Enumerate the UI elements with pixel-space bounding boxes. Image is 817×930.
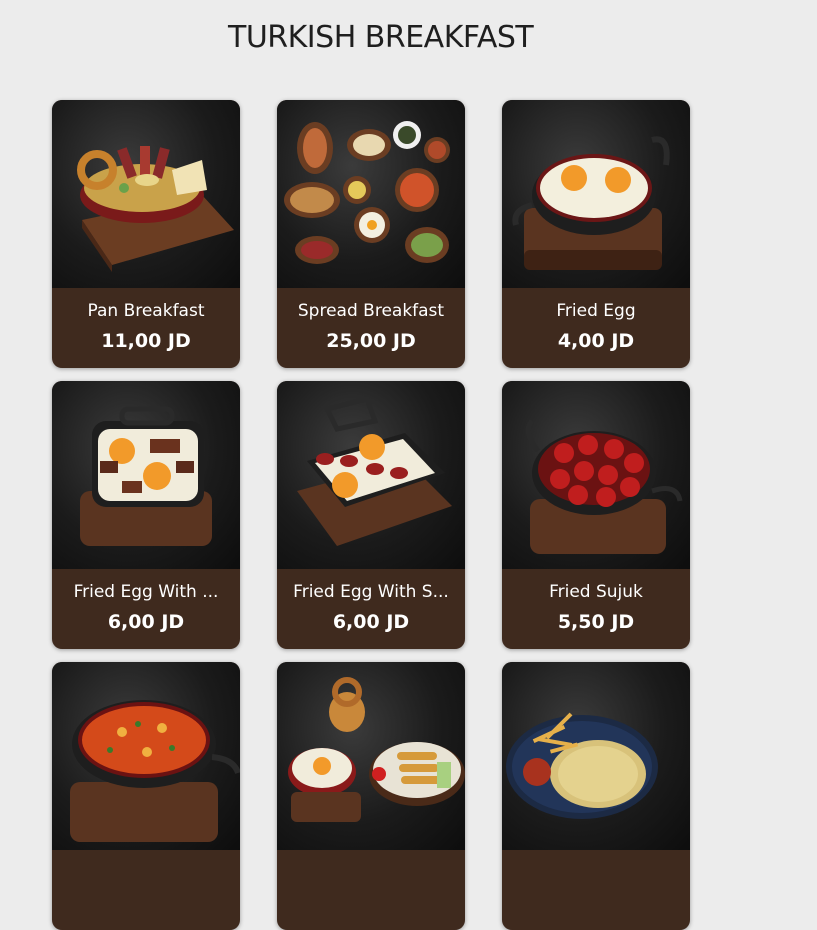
menemen-image xyxy=(52,662,240,850)
menu-item-card[interactable]: Fried Egg With ... 6,00 JD xyxy=(52,381,240,649)
fried-egg-with-meat-image xyxy=(52,381,240,569)
item-price: 6,00 JD xyxy=(107,611,185,633)
menu-item-card[interactable]: Spread Breakfast 25,00 JD xyxy=(277,100,465,368)
menu-grid: Pan Breakfast 11,00 JD Spread Breakfast … xyxy=(52,100,690,930)
fried-egg-with-sujuk-image xyxy=(277,381,465,569)
item-name: Pan Breakfast xyxy=(87,301,205,321)
spread-breakfast-image xyxy=(277,100,465,288)
item-price: 5,50 JD xyxy=(557,611,635,633)
menu-item-card[interactable] xyxy=(502,662,690,930)
item-price: 25,00 JD xyxy=(326,330,416,352)
item-price: 4,00 JD xyxy=(557,330,635,352)
item-name: Fried Egg xyxy=(556,301,636,321)
item-name: Fried Egg With S... xyxy=(293,582,449,602)
item-name: Spread Breakfast xyxy=(297,301,445,321)
menu-item-card[interactable]: Fried Egg 4,00 JD xyxy=(502,100,690,368)
item-price: 11,00 JD xyxy=(101,330,191,352)
pan-breakfast-image xyxy=(52,100,240,288)
breakfast-platter-image xyxy=(277,662,465,850)
item-price: 6,00 JD xyxy=(332,611,410,633)
menu-item-card[interactable]: Fried Sujuk 5,50 JD xyxy=(502,381,690,649)
omelette-image xyxy=(502,662,690,850)
page-title: TURKISH BREAKFAST xyxy=(228,20,534,55)
menu-item-card[interactable]: Fried Egg With S... 6,00 JD xyxy=(277,381,465,649)
fried-egg-image xyxy=(502,100,690,288)
fried-sujuk-image xyxy=(502,381,690,569)
menu-item-card[interactable] xyxy=(277,662,465,930)
item-name: Fried Sujuk xyxy=(549,582,643,602)
menu-item-card[interactable]: Pan Breakfast 11,00 JD xyxy=(52,100,240,368)
item-name: Fried Egg With ... xyxy=(73,582,219,602)
menu-item-card[interactable] xyxy=(52,662,240,930)
